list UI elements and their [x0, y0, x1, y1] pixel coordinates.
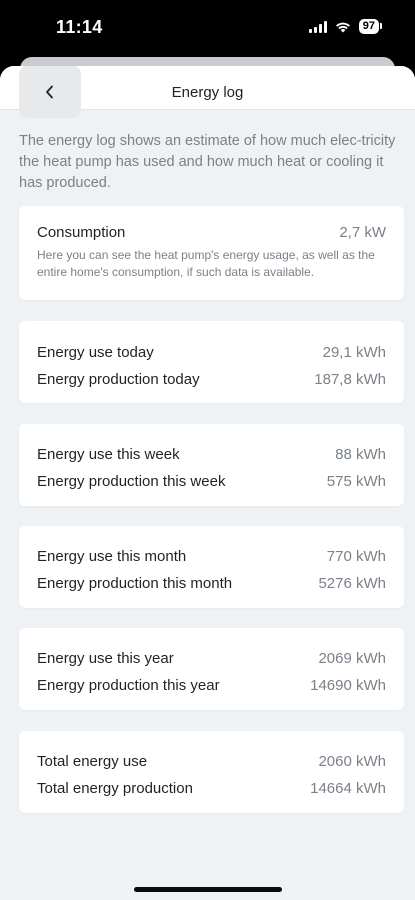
cellular-signal-icon: [308, 20, 327, 33]
stat-value: 575 kWh: [326, 473, 386, 490]
stat-value: 770 kWh: [326, 548, 386, 565]
wifi-icon: [335, 22, 350, 32]
stat-row: Energy use this year 2069 kWh: [37, 645, 386, 672]
stat-label: Energy production today: [37, 371, 200, 388]
stat-row: Total energy production 14664 kWh: [37, 775, 386, 802]
stat-row: Energy use today 29,1 kWh: [37, 339, 386, 366]
stat-label: Total energy production: [37, 780, 193, 797]
stat-label: Energy use this week: [37, 446, 180, 463]
stat-label: Energy use this month: [37, 548, 187, 565]
energy-week-card: Energy use this week 88 kWh Energy produ…: [19, 424, 404, 506]
stat-row: Energy use this week 88 kWh: [37, 441, 386, 468]
stat-value: 14690 kWh: [310, 677, 386, 694]
stat-value: 5276 kWh: [318, 575, 386, 592]
consumption-description: Here you can see the heat pump's energy …: [37, 248, 375, 279]
stat-label: Energy production this year: [37, 677, 220, 694]
home-indicator[interactable]: [134, 887, 282, 892]
navigation-bar: Energy log: [0, 66, 415, 118]
stat-label: Total energy use: [37, 753, 148, 770]
stat-label: Energy use today: [37, 344, 154, 361]
stat-label: Energy use this year: [37, 650, 174, 667]
stat-value: 187,8 kWh: [314, 371, 386, 388]
energy-year-card: Energy use this year 2069 kWh Energy pro…: [19, 628, 404, 710]
stat-value: 2069 kWh: [318, 650, 386, 667]
energy-log-sheet: Energy log The energy log shows an estim…: [0, 66, 415, 900]
consumption-card: Consumption 2,7 kW Here you can see the …: [19, 206, 404, 300]
energy-total-card: Total energy use 2060 kWh Total energy p…: [19, 731, 404, 813]
status-bar: 11:14 97: [0, 0, 415, 58]
status-icons: 97: [308, 19, 383, 34]
stat-value: 14664 kWh: [310, 780, 386, 797]
stat-row: Energy production today 187,8 kWh: [37, 366, 386, 393]
stat-value: 88 kWh: [335, 446, 386, 463]
battery-icon: 97: [358, 19, 383, 34]
energy-today-card: Energy use today 29,1 kWh Energy product…: [19, 321, 404, 403]
energy-month-card: Energy use this month 770 kWh Energy pro…: [19, 526, 404, 608]
stat-label: Energy production this month: [37, 575, 233, 592]
consumption-label: Consumption: [37, 224, 126, 241]
stat-row: Energy production this week 575 kWh: [37, 468, 386, 495]
stat-row: Energy production this year 14690 kWh: [37, 672, 386, 699]
stat-row: Total energy use 2060 kWh: [37, 748, 386, 775]
stat-row: Energy production this month 5276 kWh: [37, 570, 386, 597]
stat-value: 2060 kWh: [318, 753, 386, 770]
consumption-value: 2,7 kW: [339, 224, 386, 241]
stat-value: 29,1 kWh: [322, 344, 386, 361]
page-title: Energy log: [171, 84, 244, 101]
status-time: 11:14: [56, 17, 103, 37]
stat-row: Energy use this month 770 kWh: [37, 543, 386, 570]
intro-text: The energy log shows an estimate of how …: [19, 133, 396, 191]
stat-label: Energy production this week: [37, 473, 226, 490]
consumption-row: Consumption 2,7 kW: [37, 224, 386, 241]
